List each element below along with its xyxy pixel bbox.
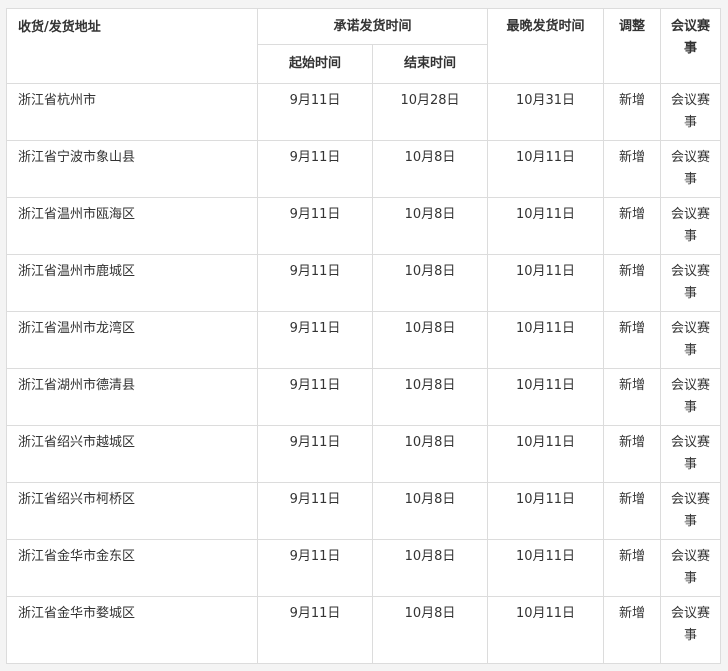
cell-note: 会议赛事 <box>660 311 722 369</box>
cell-start: 9月11日 <box>257 596 373 664</box>
cell-end: 10月8日 <box>371 539 489 597</box>
cell-note: 会议赛事 <box>660 368 722 426</box>
cell-address: 浙江省温州市瓯海区 <box>6 197 258 255</box>
cell-start: 9月11日 <box>257 539 373 597</box>
cell-start: 9月11日 <box>257 311 373 369</box>
cell-address: 浙江省温州市鹿城区 <box>6 254 258 312</box>
shipping-schedule-table: 收货/发货地址 承诺发货时间 最晚发货时间 调整 会议赛事 起始时间 结束时间 … <box>6 8 722 664</box>
cell-adjust: 新增 <box>603 425 662 483</box>
cell-note: 会议赛事 <box>660 425 722 483</box>
cell-end: 10月8日 <box>371 596 489 664</box>
cell-end: 10月8日 <box>371 197 489 255</box>
cell-end: 10月8日 <box>371 254 489 312</box>
header-end-time: 结束时间 <box>371 44 489 84</box>
cell-start: 9月11日 <box>257 254 373 312</box>
table-row: 浙江省温州市龙湾区 9月11日 10月8日 10月11日 新增 会议赛事 <box>6 311 722 369</box>
cell-adjust: 新增 <box>603 83 662 141</box>
header-promised-time: 承诺发货时间 <box>256 8 489 45</box>
cell-end: 10月8日 <box>371 311 489 369</box>
header-address: 收货/发货地址 <box>6 8 258 84</box>
table-row: 浙江省杭州市 9月11日 10月28日 10月31日 新增 会议赛事 <box>6 83 722 141</box>
cell-address: 浙江省绍兴市柯桥区 <box>6 482 258 540</box>
header-row: 收货/发货地址 承诺发货时间 最晚发货时间 调整 会议赛事 <box>6 8 722 84</box>
table-row: 浙江省温州市鹿城区 9月11日 10月8日 10月11日 新增 会议赛事 <box>6 254 722 312</box>
cell-address: 浙江省温州市龙湾区 <box>6 311 258 369</box>
cell-note: 会议赛事 <box>660 83 722 141</box>
cell-start: 9月11日 <box>257 482 373 540</box>
cell-start: 9月11日 <box>257 425 373 483</box>
cell-end: 10月8日 <box>371 140 489 198</box>
cell-end: 10月8日 <box>371 425 489 483</box>
cell-note: 会议赛事 <box>660 140 722 198</box>
cell-start: 9月11日 <box>257 140 373 198</box>
cell-address: 浙江省金华市金东区 <box>6 539 258 597</box>
cell-address: 浙江省金华市婺城区 <box>6 596 258 664</box>
cell-adjust: 新增 <box>603 596 662 664</box>
cell-latest: 10月11日 <box>487 254 605 312</box>
cell-latest: 10月11日 <box>487 197 605 255</box>
cell-end: 10月8日 <box>371 482 489 540</box>
cell-latest: 10月11日 <box>487 482 605 540</box>
cell-adjust: 新增 <box>603 311 662 369</box>
header-start-time: 起始时间 <box>257 44 373 84</box>
cell-note: 会议赛事 <box>660 539 722 597</box>
table-row: 浙江省温州市瓯海区 9月11日 10月8日 10月11日 新增 会议赛事 <box>6 197 722 255</box>
cell-address: 浙江省杭州市 <box>6 83 258 141</box>
cell-note: 会议赛事 <box>660 254 722 312</box>
cell-adjust: 新增 <box>603 140 662 198</box>
cell-adjust: 新增 <box>603 197 662 255</box>
cell-note: 会议赛事 <box>660 596 722 664</box>
header-latest-ship-time: 最晚发货时间 <box>487 8 605 84</box>
cell-end: 10月28日 <box>371 83 489 141</box>
cell-note: 会议赛事 <box>660 482 722 540</box>
cell-address: 浙江省绍兴市越城区 <box>6 425 258 483</box>
cell-start: 9月11日 <box>257 368 373 426</box>
table-header: 收货/发货地址 承诺发货时间 最晚发货时间 调整 会议赛事 起始时间 结束时间 <box>6 8 722 84</box>
cell-address: 浙江省宁波市象山县 <box>6 140 258 198</box>
cell-latest: 10月11日 <box>487 596 605 664</box>
cell-note: 会议赛事 <box>660 197 722 255</box>
cell-latest: 10月11日 <box>487 140 605 198</box>
cell-latest: 10月11日 <box>487 368 605 426</box>
cell-adjust: 新增 <box>603 368 662 426</box>
table-row: 浙江省金华市婺城区 9月11日 10月8日 10月11日 新增 会议赛事 <box>6 596 722 664</box>
table-body: 浙江省杭州市 9月11日 10月28日 10月31日 新增 会议赛事 浙江省宁波… <box>6 83 722 664</box>
page-frame: 收货/发货地址 承诺发货时间 最晚发货时间 调整 会议赛事 起始时间 结束时间 … <box>0 0 728 671</box>
table-row: 浙江省绍兴市越城区 9月11日 10月8日 10月11日 新增 会议赛事 <box>6 425 722 483</box>
cell-adjust: 新增 <box>603 482 662 540</box>
table-row: 浙江省金华市金东区 9月11日 10月8日 10月11日 新增 会议赛事 <box>6 539 722 597</box>
cell-start: 9月11日 <box>257 83 373 141</box>
cell-end: 10月8日 <box>371 368 489 426</box>
table-row: 浙江省湖州市德清县 9月11日 10月8日 10月11日 新增 会议赛事 <box>6 368 722 426</box>
cell-start: 9月11日 <box>257 197 373 255</box>
cell-latest: 10月11日 <box>487 311 605 369</box>
cell-address: 浙江省湖州市德清县 <box>6 368 258 426</box>
cell-latest: 10月11日 <box>487 539 605 597</box>
table-row: 浙江省绍兴市柯桥区 9月11日 10月8日 10月11日 新增 会议赛事 <box>6 482 722 540</box>
cell-latest: 10月31日 <box>487 83 605 141</box>
table-row: 浙江省宁波市象山县 9月11日 10月8日 10月11日 新增 会议赛事 <box>6 140 722 198</box>
header-adjust: 调整 <box>603 8 662 84</box>
header-note: 会议赛事 <box>660 8 722 84</box>
cell-adjust: 新增 <box>603 254 662 312</box>
cell-adjust: 新增 <box>603 539 662 597</box>
cell-latest: 10月11日 <box>487 425 605 483</box>
